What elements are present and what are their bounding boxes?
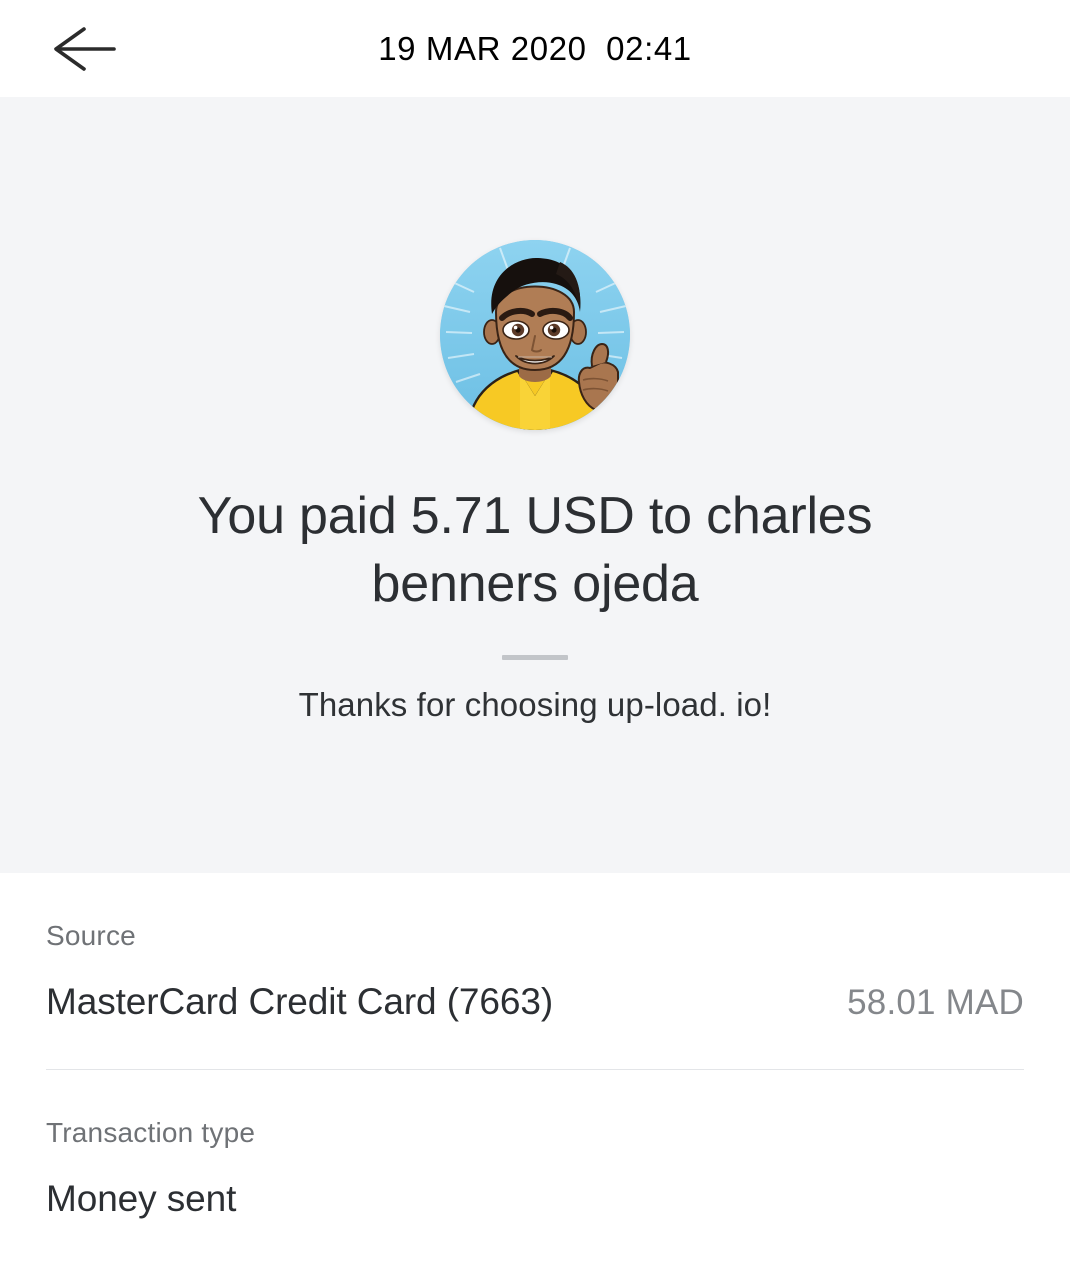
detail-value-line-transaction-type: Money sent [46,1178,1024,1220]
hero-divider [502,655,568,660]
avatar [440,240,630,430]
detail-value-line-source: MasterCard Credit Card (7663) 58.01 MAD [46,981,1024,1023]
receipt-subtitle: Thanks for choosing up-load. io! [298,686,772,723]
transaction-details: Source MasterCard Credit Card (7663) 58.… [0,873,1070,1220]
detail-label-source: Source [46,920,136,951]
arrow-left-icon [46,23,120,75]
app-header: 19 MAR 2020 02:41 [0,0,1070,97]
detail-label-transaction-type: Transaction type [46,1117,256,1148]
receipt-hero-panel: You paid 5.71 USD to charles benners oje… [0,97,1070,873]
detail-amount-source: 58.01 MAD [847,983,1024,1022]
receipt-headline: You paid 5.71 USD to charles benners oje… [197,487,873,613]
detail-value-transaction-type: Money sent [46,1178,237,1219]
detail-row-transaction-type: Transaction type Money sent [46,1070,1024,1220]
back-button[interactable] [42,19,124,79]
detail-row-source: Source MasterCard Credit Card (7663) 58.… [46,873,1024,1070]
page-title: 19 MAR 2020 02:41 [378,29,692,67]
detail-value-source: MasterCard Credit Card (7663) [46,981,554,1022]
